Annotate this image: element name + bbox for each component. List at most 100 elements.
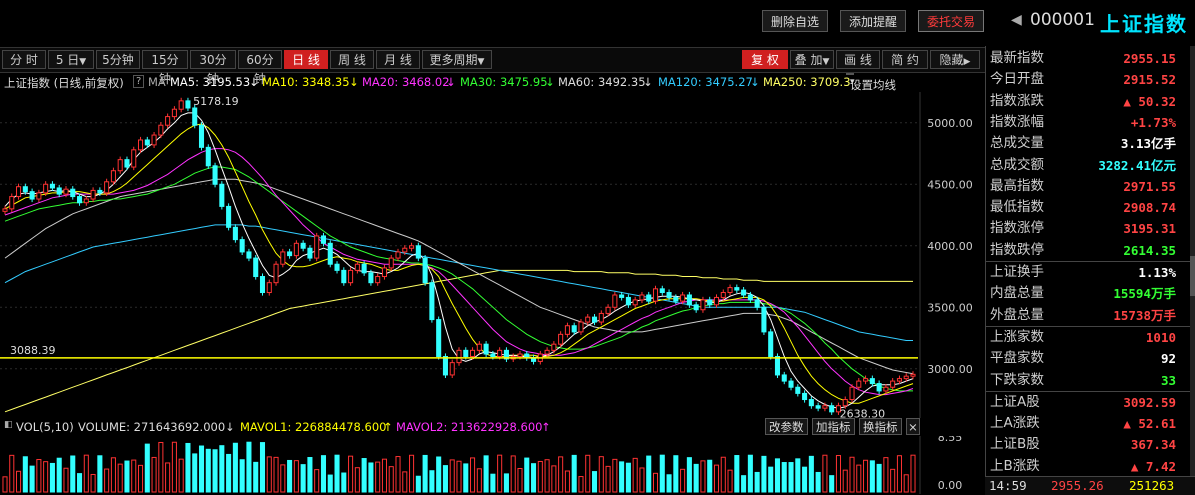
volume-bar [293,460,299,493]
ma250-line [4,269,913,413]
arrow-down-icon: ↓ [643,75,653,89]
add-indicator-button[interactable]: 加指标 [812,418,855,435]
candle-body [713,296,720,306]
candle-body [436,319,442,357]
candle-body [334,263,340,271]
volume-bar [212,449,218,493]
ma5-value: MA5: 3195.53 [170,75,251,89]
candle-body [348,269,354,284]
y-tick-label: 4000.00 [927,240,973,253]
candle-body [361,263,367,274]
volume-bar [476,468,482,493]
ma120-line [4,224,913,341]
simple-mode-button[interactable]: 简 约 [882,50,928,69]
volume-chart[interactable]: 8.55 0.00 [0,436,985,494]
volume-bar [165,462,171,493]
volume-bar [449,459,455,493]
prev-stock-icon[interactable]: ◀ [1011,12,1022,28]
candle-body [700,299,706,311]
status-price: 2955.26 [1051,478,1104,493]
quote-value: 15594万手 [1113,286,1176,302]
mavol1-value: MAVOL1: 226884478.600 [240,420,387,434]
volume-bar [205,448,211,493]
change-params-button[interactable]: 改参数 [765,418,808,435]
switch-indicator-button[interactable]: 换指标 [859,418,902,435]
candle-body [9,196,15,210]
volume-bar [144,443,150,493]
volume-bar [253,461,259,493]
collapse-icon[interactable]: ◧ [4,420,13,430]
candle-body [273,263,279,284]
candle-body [497,349,503,357]
tab-daily[interactable]: 日 线 [284,50,328,69]
add-alert-button[interactable]: 添加提醒 [840,10,907,32]
volume-bar [226,453,232,493]
candle-body [178,100,184,110]
candle-body [598,312,604,323]
candle-body [890,380,896,388]
volume-bar [36,459,42,493]
volume-bar [788,462,794,493]
quote-label: 上A涨跌 [990,415,1040,432]
tab-60min[interactable]: 60分钟 [238,50,282,86]
quote-label: 内盘总量 [990,285,1044,302]
volume-bar [652,472,659,493]
volume-bar [605,465,611,493]
reference-line-label: 3088.39 [10,344,56,357]
adjust-button[interactable]: 复 权 [742,50,788,69]
ma-settings-dropdown[interactable]: 设置均线 ▾ [846,73,896,92]
candle-body [29,191,35,200]
tab-monthly[interactable]: 月 线 [376,50,420,69]
volume-bar [727,469,733,493]
help-icon[interactable]: ? [133,75,145,88]
vol-tick-top: 8.55 [938,436,963,444]
ma250-value: MA250: 3709.3 [763,75,851,89]
candle-body [171,108,177,118]
scrollbar-thumb[interactable] [1190,256,1195,296]
volume-bar [409,454,415,493]
quote-row: 总成交额 3282.41亿元 [986,155,1195,176]
quote-row: 上证A股 3092.59 [986,392,1195,413]
candle-body [415,245,421,259]
volume-bar [524,457,530,493]
trade-button[interactable]: 委托交易 [918,10,985,32]
tab-30min[interactable]: 30分钟 [190,50,236,86]
tab-intraday[interactable]: 分 时 [2,50,46,69]
volume-bar [314,469,320,493]
hide-button[interactable]: 隐藏▶ [930,50,980,69]
candle-body [320,235,327,244]
quote-value: 15738万手 [1113,307,1176,323]
tab-weekly[interactable]: 周 线 [330,50,374,69]
draw-line-button[interactable]: 画 线 [836,50,880,69]
volume-bar [246,441,252,493]
arrow-down-icon: ↓ [225,420,235,434]
candle-body [144,139,150,146]
quote-value: +1.73% [1130,114,1176,130]
vol-tick-bottom: 0.00 [938,479,963,492]
quote-value: 3282.41亿元 [1098,157,1176,173]
kline-chart[interactable]: 5000.00 4500.00 4000.00 3500.00 3000.00 3088… [0,92,985,418]
candle-body [856,380,862,388]
quote-value: ▲ 50.32 [1123,93,1176,109]
tab-5min[interactable]: 5分钟 [96,50,140,69]
volume-bar [625,462,631,493]
quote-label: 指数涨幅 [990,113,1044,130]
delete-watchlist-button[interactable]: 删除自选 [762,10,829,32]
volume-bar [761,455,767,493]
overlay-button[interactable]: 叠 加▼ [790,50,834,69]
tab-15min[interactable]: 15分钟 [142,50,188,86]
close-icon[interactable]: × [906,418,920,435]
tab-5day[interactable]: 5 日▼ [48,50,94,69]
volume-bar [700,460,706,493]
volume-bar [334,454,340,493]
ma30-value: MA30: 3475.95 [460,75,548,89]
volume-bar [110,457,116,493]
volume-bar [585,454,591,493]
tab-more-periods[interactable]: 更多周期▼ [422,50,492,69]
status-bar: 14:59 2955.26 251263 [985,476,1195,495]
candle-body [341,269,347,284]
chevron-right-icon: ▶ [963,57,971,67]
panel-scrollbar[interactable] [1190,46,1195,476]
y-tick-label: 4500.00 [927,178,973,191]
candle-body [49,183,55,189]
